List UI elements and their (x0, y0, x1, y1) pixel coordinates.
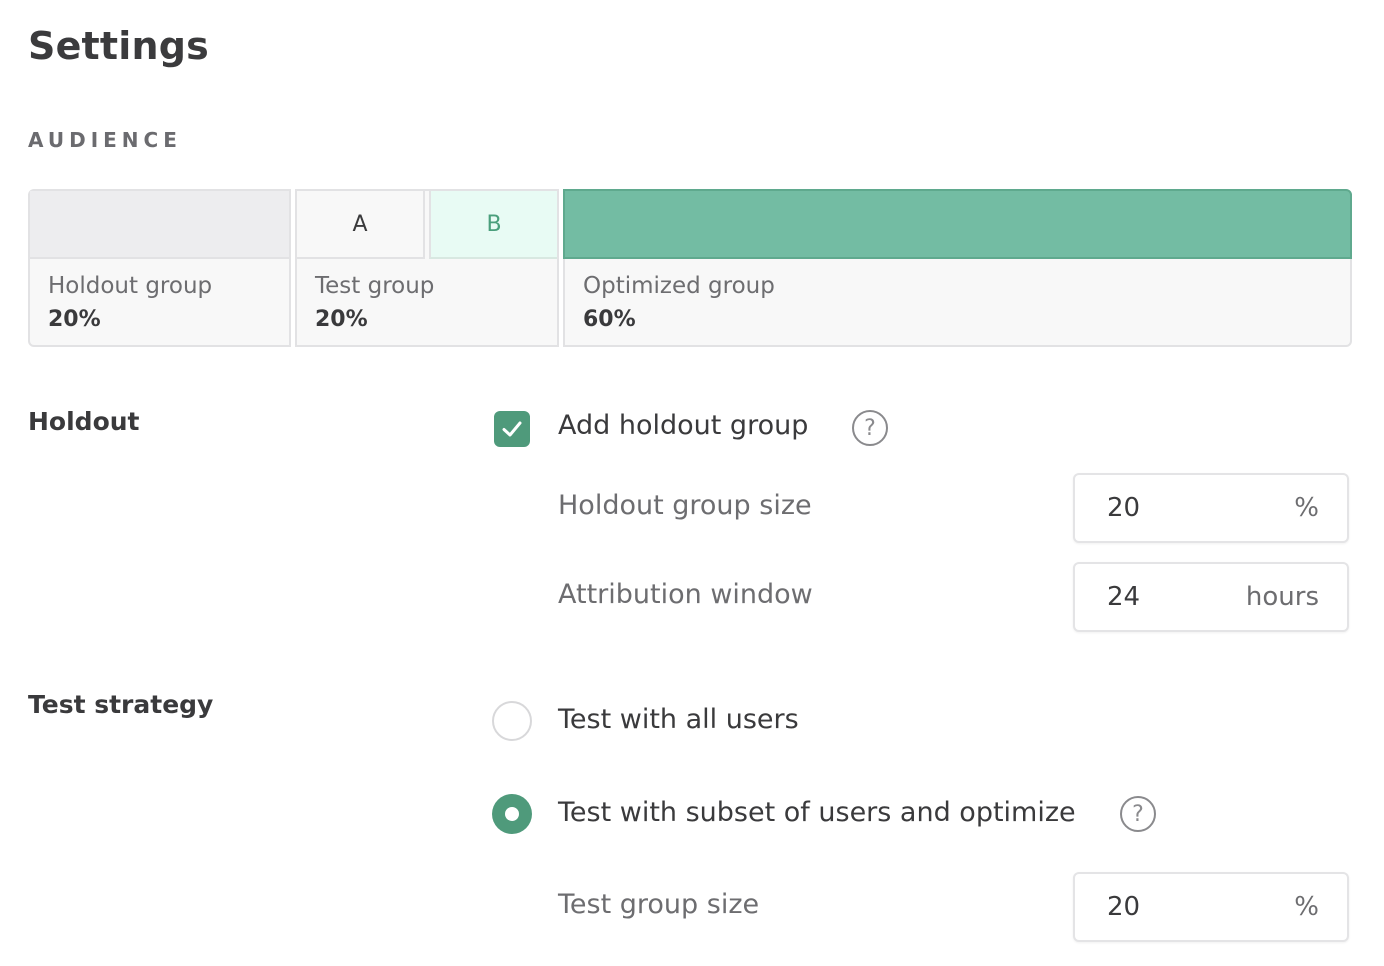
page-title: Settings (28, 24, 209, 68)
segment-label: Test group (315, 273, 435, 299)
test-all-users-radio[interactable] (492, 701, 532, 741)
test-group-size-input[interactable]: 20 % (1073, 872, 1349, 942)
holdout-group-size-input[interactable]: 20 % (1073, 473, 1349, 543)
input-value[interactable]: 20 (1107, 892, 1140, 922)
input-value[interactable]: 20 (1107, 493, 1140, 523)
checkmark-icon (502, 421, 522, 437)
holdout-row-label: Holdout (28, 407, 140, 436)
variant-a: A (297, 191, 425, 259)
audience-segment-holdout: Holdout group 20% (28, 189, 291, 347)
segment-percent: 20% (48, 307, 101, 332)
segment-percent: 60% (583, 307, 636, 332)
segment-label: Holdout group (48, 273, 213, 299)
segment-percent: 20% (315, 307, 368, 332)
holdout-bar (30, 191, 289, 259)
input-unit: % (1294, 493, 1319, 523)
test-all-users-label[interactable]: Test with all users (558, 704, 799, 735)
input-value[interactable]: 24 (1107, 582, 1140, 612)
audience-segment-optimized: Optimized group 60% (563, 189, 1352, 347)
input-unit: hours (1245, 582, 1319, 612)
variant-b: B (429, 191, 557, 259)
test-group-size-label: Test group size (558, 889, 760, 920)
question-circle-icon[interactable]: ? (852, 410, 888, 446)
test-strategy-row-label: Test strategy (28, 690, 214, 719)
add-holdout-label[interactable]: Add holdout group (558, 410, 808, 441)
test-subset-radio[interactable] (492, 794, 532, 834)
add-holdout-checkbox[interactable] (494, 411, 530, 447)
optimized-bar (563, 189, 1352, 259)
question-circle-icon[interactable]: ? (1120, 796, 1156, 832)
audience-segment-test: A B Test group 20% (295, 189, 559, 347)
segment-label: Optimized group (583, 273, 775, 299)
attribution-window-input[interactable]: 24 hours (1073, 562, 1349, 632)
attribution-window-label: Attribution window (558, 579, 813, 610)
holdout-group-size-label: Holdout group size (558, 490, 812, 521)
test-subset-label[interactable]: Test with subset of users and optimize (558, 797, 1076, 828)
input-unit: % (1294, 892, 1319, 922)
audience-section-label: AUDIENCE (28, 128, 182, 152)
